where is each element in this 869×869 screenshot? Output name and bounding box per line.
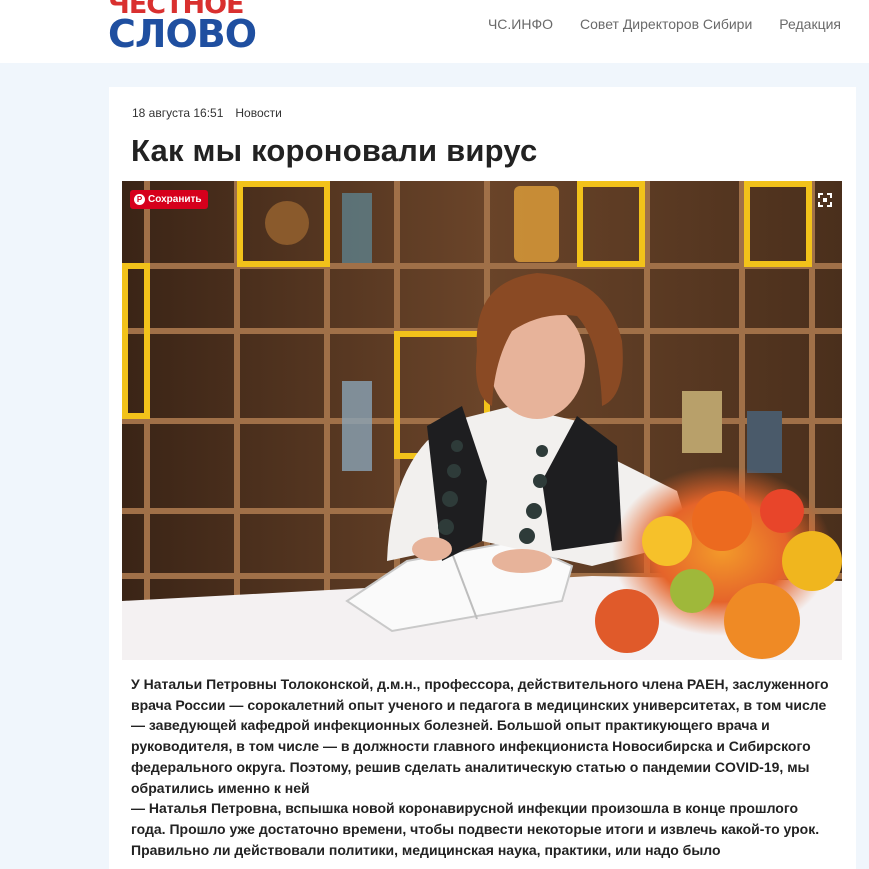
pinterest-save-button[interactable]: P Сохранить: [130, 190, 208, 209]
article-category[interactable]: Новости: [235, 106, 281, 120]
nav-link-siberia-directors[interactable]: Совет Директоров Сибири: [580, 16, 752, 32]
article-paragraph: У Натальи Петровны Толоконской, д.м.н., …: [131, 676, 829, 796]
article-body: У Натальи Петровны Толоконской, д.м.н., …: [131, 674, 831, 860]
main-nav: ЧС.ИНФО Совет Директоров Сибири Редакция: [488, 16, 841, 32]
article-title: Как мы короновали вирус: [131, 133, 538, 168]
article-date: 18 августа 16:51: [132, 106, 224, 120]
nav-link-chs-info[interactable]: ЧС.ИНФО: [488, 16, 553, 32]
photo-illustration: [122, 181, 842, 660]
article-meta: 18 августа 16:51 Новости: [132, 106, 282, 120]
fullscreen-icon[interactable]: [818, 193, 832, 207]
logo-line-2: СЛОВО: [108, 12, 257, 56]
pinterest-save-label: Сохранить: [148, 194, 202, 205]
article-paragraph: — Наталья Петровна, вспышка новой корона…: [131, 800, 820, 858]
nav-link-editorial[interactable]: Редакция: [779, 16, 841, 32]
article-card: 18 августа 16:51 Новости Как мы коронова…: [109, 87, 856, 869]
site-logo[interactable]: ЧЕСТНОЕ СЛОВО: [108, 0, 257, 56]
article-photo[interactable]: P Сохранить: [122, 181, 842, 660]
pinterest-icon: P: [134, 194, 145, 205]
site-header: ЧЕСТНОЕ СЛОВО ЧС.ИНФО Совет Директоров С…: [0, 0, 869, 63]
